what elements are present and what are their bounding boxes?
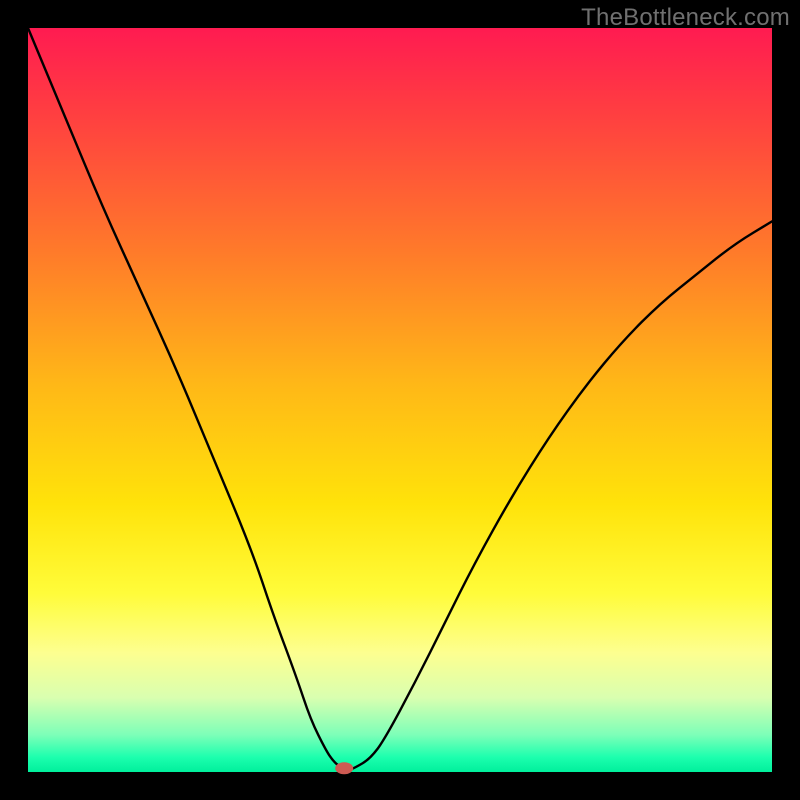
chart-overlay [28, 28, 772, 772]
chart-frame: TheBottleneck.com [0, 0, 800, 800]
optimum-marker [335, 762, 353, 774]
bottleneck-curve [28, 28, 772, 770]
